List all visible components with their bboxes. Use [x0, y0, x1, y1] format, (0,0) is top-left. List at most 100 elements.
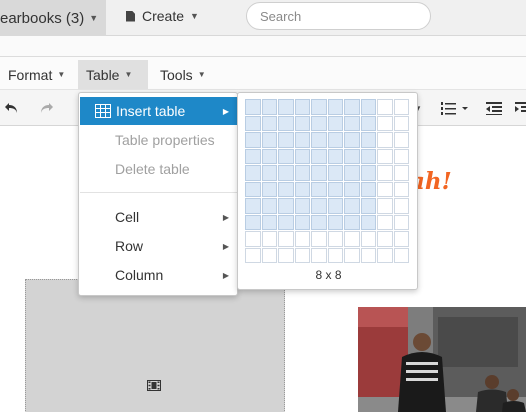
- grid-cell[interactable]: [294, 99, 310, 115]
- photo-image[interactable]: [358, 307, 526, 412]
- grid-cell[interactable]: [327, 115, 343, 131]
- grid-cell[interactable]: [393, 247, 409, 263]
- grid-cell[interactable]: [261, 115, 277, 131]
- grid-cell[interactable]: [377, 247, 393, 263]
- grid-cell[interactable]: [311, 132, 327, 148]
- grid-cell[interactable]: [344, 132, 360, 148]
- grid-cell[interactable]: [327, 198, 343, 214]
- grid-cell[interactable]: [360, 99, 376, 115]
- menu-tools[interactable]: Tools ▼: [152, 60, 214, 89]
- grid-cell[interactable]: [327, 181, 343, 197]
- grid-cell[interactable]: [360, 214, 376, 230]
- grid-cell[interactable]: [393, 181, 409, 197]
- grid-cell[interactable]: [327, 165, 343, 181]
- menu-table[interactable]: Table ▼: [78, 60, 148, 89]
- grid-cell[interactable]: [377, 198, 393, 214]
- grid-cell[interactable]: [278, 99, 294, 115]
- menu-format[interactable]: Format ▼: [0, 60, 73, 89]
- grid-cell[interactable]: [327, 99, 343, 115]
- grid-cell[interactable]: [261, 181, 277, 197]
- grid-cell[interactable]: [327, 132, 343, 148]
- grid-cell[interactable]: [311, 181, 327, 197]
- grid-cell[interactable]: [311, 214, 327, 230]
- indent-button[interactable]: [514, 96, 526, 120]
- grid-cell[interactable]: [294, 198, 310, 214]
- numbered-list-button[interactable]: [438, 96, 472, 120]
- grid-cell[interactable]: [377, 165, 393, 181]
- grid-cell[interactable]: [344, 148, 360, 164]
- grid-cell[interactable]: [360, 198, 376, 214]
- grid-cell[interactable]: [360, 115, 376, 131]
- grid-cell[interactable]: [344, 181, 360, 197]
- grid-cell[interactable]: [360, 165, 376, 181]
- grid-cell[interactable]: [377, 231, 393, 247]
- undo-button[interactable]: [0, 96, 24, 120]
- grid-cell[interactable]: [393, 198, 409, 214]
- menu-item-row[interactable]: Row ▶: [79, 232, 237, 260]
- grid-cell[interactable]: [245, 165, 261, 181]
- grid-cell[interactable]: [344, 99, 360, 115]
- grid-cell[interactable]: [311, 148, 327, 164]
- grid-cell[interactable]: [311, 115, 327, 131]
- grid-cell[interactable]: [393, 132, 409, 148]
- grid-cell[interactable]: [344, 231, 360, 247]
- grid-cell[interactable]: [344, 214, 360, 230]
- grid-cell[interactable]: [278, 165, 294, 181]
- grid-cell[interactable]: [377, 181, 393, 197]
- grid-cell[interactable]: [360, 247, 376, 263]
- create-dropdown-button[interactable]: Create ▼: [126, 0, 199, 32]
- search-input[interactable]: [246, 2, 431, 30]
- grid-cell[interactable]: [294, 132, 310, 148]
- grid-cell[interactable]: [377, 214, 393, 230]
- grid-cell[interactable]: [294, 165, 310, 181]
- grid-cell[interactable]: [294, 247, 310, 263]
- grid-cell[interactable]: [261, 148, 277, 164]
- yearbooks-dropdown-button[interactable]: earbooks (3) ▼: [0, 0, 106, 36]
- grid-cell[interactable]: [278, 198, 294, 214]
- grid-cell[interactable]: [261, 132, 277, 148]
- grid-cell[interactable]: [278, 214, 294, 230]
- grid-cell[interactable]: [294, 115, 310, 131]
- grid-cell[interactable]: [344, 198, 360, 214]
- grid-cell[interactable]: [278, 231, 294, 247]
- grid-cell[interactable]: [261, 214, 277, 230]
- grid-cell[interactable]: [278, 181, 294, 197]
- grid-cell[interactable]: [245, 115, 261, 131]
- grid-cell[interactable]: [261, 247, 277, 263]
- grid-cell[interactable]: [311, 165, 327, 181]
- grid-cell[interactable]: [377, 99, 393, 115]
- grid-cell[interactable]: [344, 247, 360, 263]
- grid-cell[interactable]: [360, 231, 376, 247]
- grid-cell[interactable]: [311, 198, 327, 214]
- menu-item-cell[interactable]: Cell ▶: [79, 203, 237, 231]
- grid-cell[interactable]: [261, 198, 277, 214]
- grid-cell[interactable]: [377, 148, 393, 164]
- menu-item-column[interactable]: Column ▶: [79, 261, 237, 289]
- grid-cell[interactable]: [261, 165, 277, 181]
- grid-cell[interactable]: [360, 181, 376, 197]
- grid-cell[interactable]: [245, 99, 261, 115]
- grid-cell[interactable]: [377, 115, 393, 131]
- grid-cell[interactable]: [344, 115, 360, 131]
- menu-item-insert-table[interactable]: Insert table ▶: [80, 97, 237, 125]
- grid-cell[interactable]: [294, 231, 310, 247]
- grid-cell[interactable]: [294, 181, 310, 197]
- grid-cell[interactable]: [360, 132, 376, 148]
- grid-cell[interactable]: [245, 198, 261, 214]
- grid-cell[interactable]: [245, 132, 261, 148]
- grid-cell[interactable]: [278, 115, 294, 131]
- grid-cell[interactable]: [245, 181, 261, 197]
- redo-button[interactable]: [34, 96, 58, 120]
- grid-cell[interactable]: [327, 231, 343, 247]
- grid-cell[interactable]: [261, 231, 277, 247]
- grid-cell[interactable]: [245, 148, 261, 164]
- grid-cell[interactable]: [393, 115, 409, 131]
- grid-cell[interactable]: [311, 99, 327, 115]
- grid-cell[interactable]: [245, 214, 261, 230]
- grid-cell[interactable]: [261, 99, 277, 115]
- grid-cell[interactable]: [245, 231, 261, 247]
- grid-cell[interactable]: [278, 247, 294, 263]
- grid-cell[interactable]: [393, 231, 409, 247]
- grid-cell[interactable]: [393, 148, 409, 164]
- grid-cell[interactable]: [294, 214, 310, 230]
